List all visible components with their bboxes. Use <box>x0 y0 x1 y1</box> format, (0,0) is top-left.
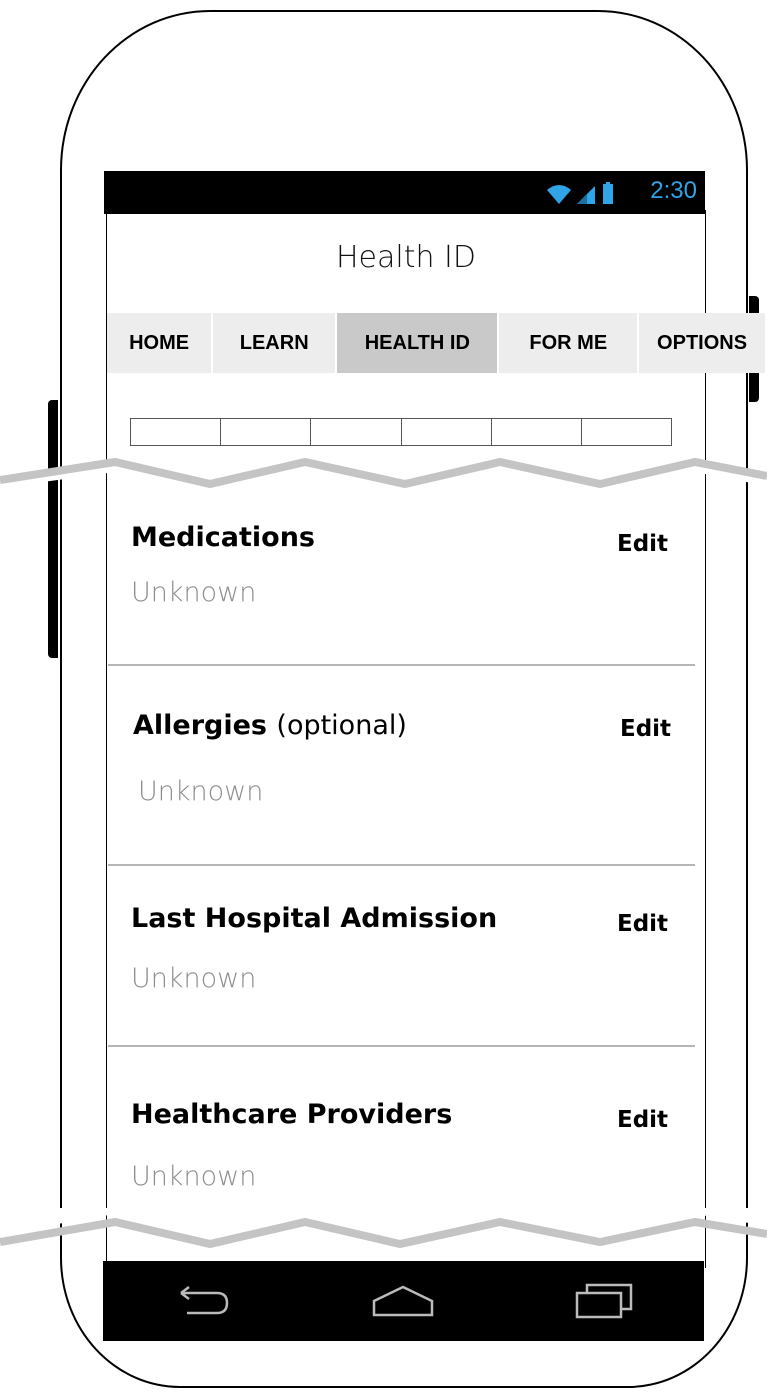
tab-health-id[interactable]: HEALTH ID <box>337 313 500 373</box>
section-title: Last Hospital Admission <box>131 903 498 934</box>
page-title: Health ID <box>336 240 476 275</box>
tab-for-me[interactable]: FOR ME <box>499 313 640 373</box>
progress-indicator <box>130 418 672 446</box>
status-bar: 2:30 <box>104 171 705 214</box>
section-value: Unknown <box>131 1161 257 1192</box>
battery-icon <box>603 182 613 204</box>
back-button[interactable] <box>158 1271 248 1331</box>
back-icon <box>180 1286 229 1315</box>
tab-home[interactable]: HOME <box>107 313 214 373</box>
home-button[interactable] <box>358 1271 448 1331</box>
section-healthcare-providers: Healthcare Providers Edit Unknown <box>107 1047 697 1207</box>
edit-allergies-button[interactable]: Edit <box>620 716 671 742</box>
section-title-optional: (optional) <box>276 710 407 741</box>
recent-apps-icon <box>575 1283 633 1319</box>
recent-apps-button[interactable] <box>559 1271 649 1331</box>
section-title: Healthcare Providers <box>131 1099 453 1130</box>
progress-segment <box>582 419 671 445</box>
progress-segment <box>402 419 492 445</box>
section-title: Allergies (optional) <box>133 710 407 741</box>
content-break-bottom <box>0 1208 767 1249</box>
section-value: Unknown <box>131 963 257 994</box>
section-last-hospital-admission: Last Hospital Admission Edit Unknown <box>107 866 697 1046</box>
section-title: Medications <box>131 522 315 553</box>
progress-segment <box>492 419 582 445</box>
progress-segment <box>221 419 312 445</box>
section-allergies: Allergies (optional) Edit Unknown <box>107 666 697 864</box>
edit-healthcare-providers-button[interactable]: Edit <box>617 1107 668 1133</box>
signal-icon <box>577 186 595 204</box>
edit-hospital-admission-button[interactable]: Edit <box>617 911 668 937</box>
home-icon <box>373 1285 434 1317</box>
tab-options[interactable]: OPTIONS <box>639 313 767 373</box>
system-nav-bar <box>103 1261 704 1341</box>
status-time: 2:30 <box>650 177 697 204</box>
section-value: Unknown <box>138 776 264 807</box>
progress-segment <box>131 419 222 445</box>
tab-learn[interactable]: LEARN <box>213 313 338 373</box>
status-icons <box>547 182 613 204</box>
section-value: Unknown <box>131 577 257 608</box>
progress-segment <box>311 419 402 445</box>
tab-bar: HOME LEARN HEALTH ID FOR ME OPTIONS <box>107 313 767 373</box>
wifi-icon <box>547 185 571 204</box>
edit-medications-button[interactable]: Edit <box>617 531 668 557</box>
content-break-top <box>0 457 767 490</box>
section-medications: Medications Edit Unknown <box>107 500 697 665</box>
volume-button <box>48 400 58 658</box>
section-title-text: Allergies <box>133 710 267 741</box>
